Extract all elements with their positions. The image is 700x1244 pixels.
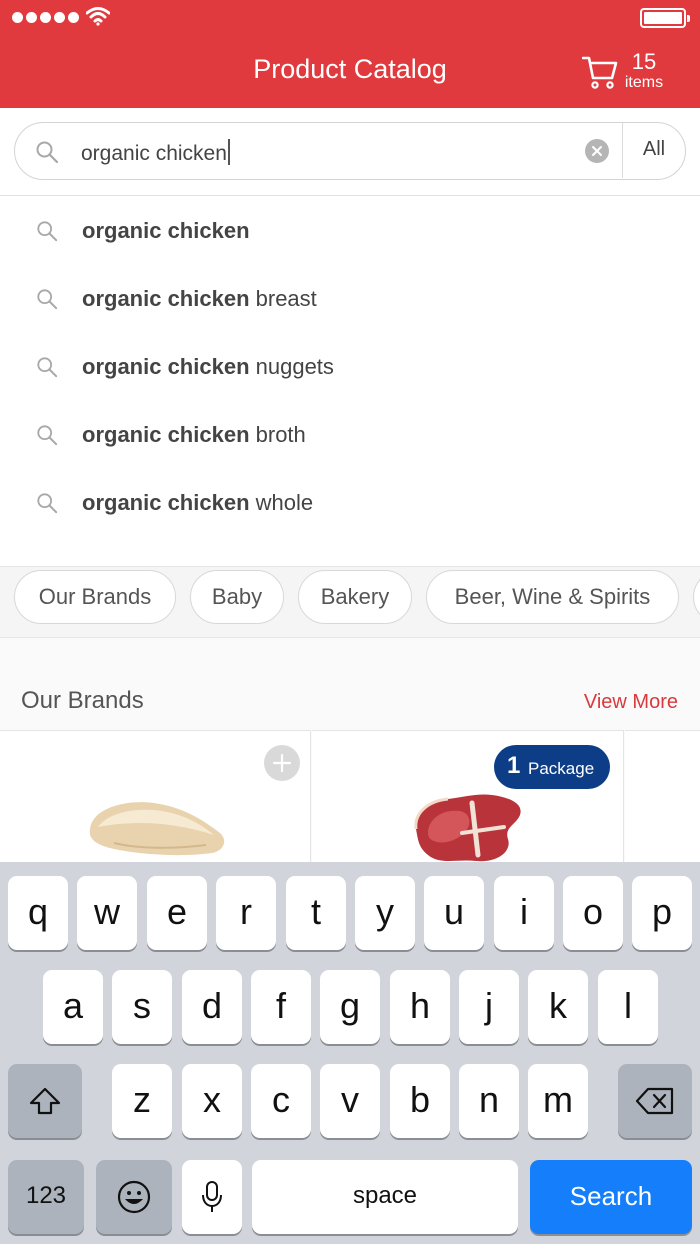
- key-n[interactable]: n: [459, 1064, 519, 1138]
- delete-key[interactable]: [618, 1064, 692, 1138]
- search-input[interactable]: organic chicken All: [14, 122, 686, 180]
- key-y[interactable]: y: [355, 876, 415, 950]
- text-cursor: [227, 139, 230, 165]
- suggestion-text: organic chicken: [82, 218, 250, 243]
- key-w[interactable]: w: [77, 876, 137, 950]
- suggestion-item[interactable]: organic chicken breast: [0, 264, 700, 332]
- category-chip-our-brands[interactable]: Our Brands: [14, 570, 176, 624]
- key-f[interactable]: f: [251, 970, 311, 1044]
- microphone-icon: [202, 1181, 222, 1212]
- key-i[interactable]: i: [494, 876, 554, 950]
- key-o[interactable]: o: [563, 876, 623, 950]
- shift-key[interactable]: [8, 1064, 82, 1138]
- key-e[interactable]: e: [147, 876, 207, 950]
- cart-count[interactable]: 15: [622, 51, 666, 73]
- key-j[interactable]: j: [459, 970, 519, 1044]
- t-bone-steak-image: [414, 794, 521, 862]
- search-scope-selector[interactable]: All: [623, 138, 685, 161]
- battery-icon: [640, 8, 690, 28]
- suggestion-item[interactable]: organic chicken: [0, 196, 700, 264]
- key-a[interactable]: a: [43, 970, 103, 1044]
- category-chip-bakery[interactable]: Bakery: [298, 570, 412, 624]
- search-icon: [37, 357, 58, 378]
- key-v[interactable]: v: [320, 1064, 380, 1138]
- key-u[interactable]: u: [424, 876, 484, 950]
- suggestion-text: organic chicken whole: [82, 490, 314, 515]
- dictation-key[interactable]: [182, 1160, 242, 1234]
- key-x[interactable]: x: [182, 1064, 242, 1138]
- category-chip-bar: Our Brands Baby Bakery Beer, Wine & Spir…: [0, 566, 700, 638]
- quantity-badge[interactable]: 1 Package: [494, 745, 610, 789]
- emoji-key[interactable]: [96, 1160, 172, 1234]
- quantity-value: 1: [507, 752, 521, 779]
- key-t[interactable]: t: [286, 876, 346, 950]
- key-p[interactable]: p: [632, 876, 692, 950]
- brands-section: Our Brands View More 1 Package: [0, 638, 700, 870]
- key-q[interactable]: q: [8, 876, 68, 950]
- suggestion-text: organic chicken nuggets: [82, 354, 334, 379]
- add-icon[interactable]: [264, 745, 300, 781]
- search-icon: [37, 221, 58, 242]
- key-c[interactable]: c: [251, 1064, 311, 1138]
- suggestion-item[interactable]: organic chicken whole: [0, 468, 700, 536]
- signal-strength-icon: [12, 12, 79, 23]
- section-title: Our Brands: [21, 687, 144, 714]
- category-chip-baby[interactable]: Baby: [190, 570, 284, 624]
- wifi-icon: [86, 7, 110, 26]
- key-d[interactable]: d: [182, 970, 242, 1044]
- suggestion-item[interactable]: organic chicken nuggets: [0, 332, 700, 400]
- emoji-icon: [117, 1180, 151, 1214]
- product-card-partial[interactable]: [625, 730, 700, 870]
- backspace-icon: [635, 1087, 674, 1115]
- key-m[interactable]: m: [528, 1064, 588, 1138]
- search-icon: [37, 425, 58, 446]
- search-icon: [37, 289, 58, 310]
- product-card[interactable]: 1 Package: [312, 730, 624, 870]
- view-more-link[interactable]: View More: [584, 691, 678, 714]
- app-header: Product Catalog 15 items: [0, 0, 700, 108]
- search-key[interactable]: Search: [530, 1160, 692, 1234]
- search-area: organic chicken All: [0, 108, 700, 196]
- key-h[interactable]: h: [390, 970, 450, 1044]
- search-icon: [37, 493, 58, 514]
- category-chip-partial[interactable]: [693, 570, 700, 624]
- search-icon: [36, 141, 59, 164]
- suggestion-item[interactable]: organic chicken broth: [0, 400, 700, 468]
- product-card[interactable]: [0, 730, 311, 870]
- key-r[interactable]: r: [216, 876, 276, 950]
- suggestion-text: organic chicken breast: [82, 286, 317, 311]
- on-screen-keyboard: q w e r t y u i o p a s d f g h j k l z …: [0, 862, 700, 1244]
- key-z[interactable]: z: [112, 1064, 172, 1138]
- numbers-key[interactable]: 123: [8, 1160, 84, 1234]
- shopping-cart-icon[interactable]: [582, 54, 618, 90]
- key-s[interactable]: s: [112, 970, 172, 1044]
- category-chip-beer-wine-spirits[interactable]: Beer, Wine & Spirits: [426, 570, 679, 624]
- search-query[interactable]: organic chicken: [81, 139, 230, 166]
- status-bar: [0, 0, 700, 36]
- key-b[interactable]: b: [390, 1064, 450, 1138]
- cart-unit-label[interactable]: items: [618, 74, 670, 92]
- key-k[interactable]: k: [528, 970, 588, 1044]
- chicken-breast-image: [89, 802, 225, 856]
- key-l[interactable]: l: [598, 970, 658, 1044]
- quantity-unit: Package: [528, 759, 595, 778]
- shift-icon: [29, 1087, 61, 1115]
- space-key[interactable]: space: [252, 1160, 518, 1234]
- suggestion-text: organic chicken broth: [82, 422, 306, 447]
- clear-search-icon[interactable]: [585, 139, 609, 163]
- key-g[interactable]: g: [320, 970, 380, 1044]
